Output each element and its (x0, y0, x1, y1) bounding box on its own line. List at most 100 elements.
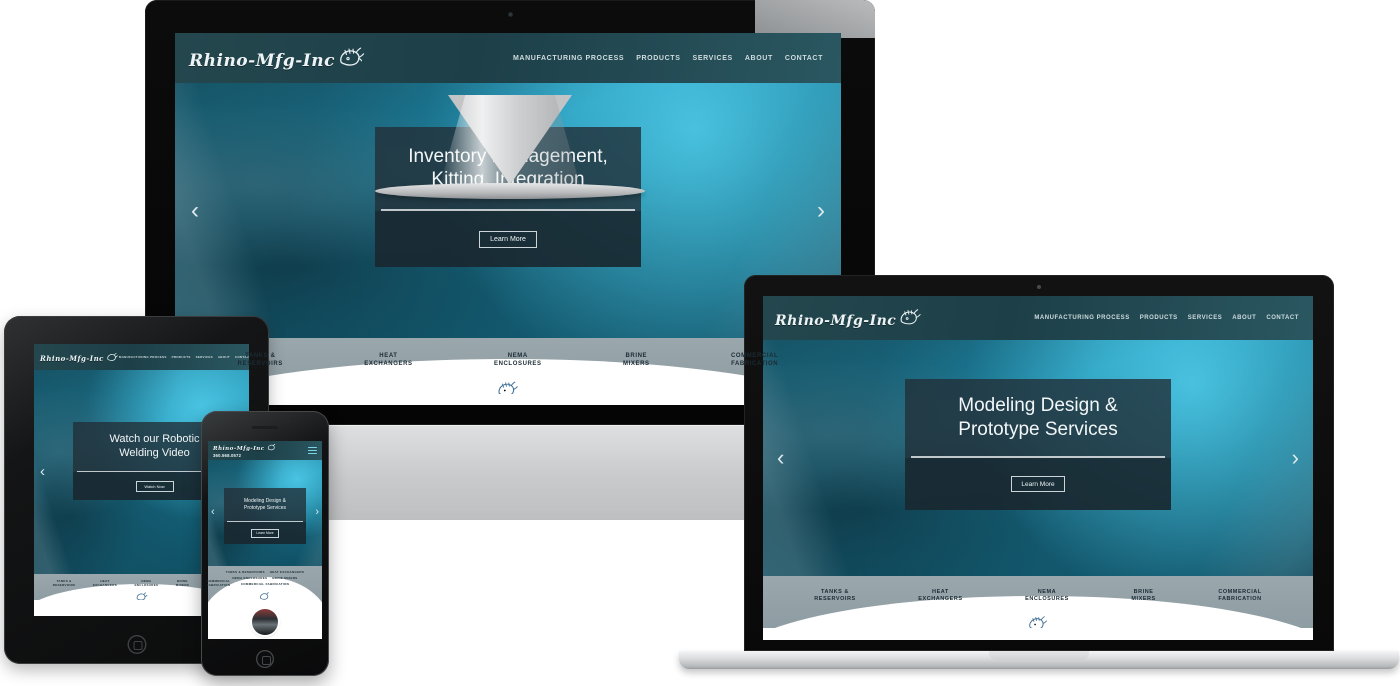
hero-carousel-mobile: ‹ › Modeling Design & Prototype Services… (208, 460, 322, 566)
imac-screen: Rhino-Mfg-Inc MANUFACTURING PROCESS PROD… (175, 33, 841, 405)
category-nema-enclosures[interactable]: NEMA ENCLOSURES (494, 352, 542, 368)
primary-nav-laptop[interactable]: MANUFACTURING PROCESS PRODUCTS SERVICES … (1034, 315, 1301, 321)
nav-item-contact[interactable]: CONTACT (1266, 315, 1299, 321)
primary-nav-desktop[interactable]: MANUFACTURING PROCESS PRODUCTS SERVICES … (513, 55, 827, 62)
hero-heading-mobile: Modeling Design & Prototype Services (224, 488, 306, 521)
logo-row: Rhino-Mfg-Inc (213, 443, 277, 452)
nav-item-manufacturing-process[interactable]: MANUFACTURING PROCESS (1034, 315, 1129, 321)
website-desktop: Rhino-Mfg-Inc MANUFACTURING PROCESS PROD… (175, 33, 841, 405)
imac-stand-foot (375, 183, 645, 199)
webcam-icon (1037, 285, 1041, 289)
iphone-home-button[interactable] (256, 650, 274, 668)
hero-watch-now-button[interactable]: Watch Now (135, 480, 174, 492)
nav-item-services[interactable]: SERVICES (196, 355, 213, 359)
carousel-next-arrow[interactable]: › (1292, 447, 1299, 469)
logo-wordmark: Rhino-Mfg-Inc (40, 353, 104, 363)
category-nema-enclosures[interactable]: NEMA ENCLOSURES (1025, 589, 1069, 604)
responsive-device-mockup-scene: Rhino-Mfg-Inc MANUFACTURING PROCESS PROD… (0, 0, 1400, 686)
site-header-tablet: Rhino-Mfg-Inc MANUFACTURING PROCESS PROD… (34, 344, 249, 370)
rhino-head-icon (260, 591, 269, 600)
nav-item-products[interactable]: PRODUCTS (636, 55, 680, 62)
nav-item-manufacturing-process[interactable]: MANUFACTURING PROCESS (513, 55, 624, 62)
hero-cta-row: Learn More (375, 211, 641, 267)
category-heat-exchangers[interactable]: HEAT EXCHANGERS (270, 570, 304, 574)
macbook-trackpad-notch (989, 651, 1089, 660)
carousel-prev-arrow[interactable]: ‹ (40, 464, 45, 479)
category-tanks-reservoirs[interactable]: TANKS & RESERVOIRS (226, 570, 265, 574)
product-thumbnail-image[interactable] (252, 609, 278, 635)
nav-item-about[interactable]: ABOUT (218, 355, 230, 359)
category-tanks-reservoirs[interactable]: TANKS & RESERVOIRS (238, 352, 283, 368)
nav-item-services[interactable]: SERVICES (693, 55, 733, 62)
product-category-strip-desktop: TANKS & RESERVOIRS HEAT EXCHANGERS NEMA … (175, 338, 841, 394)
nav-item-services[interactable]: SERVICES (1188, 315, 1223, 321)
macbook-lid: Rhino-Mfg-Inc MANUFACTURING PROCESS PROD… (744, 275, 1334, 651)
hero-learn-more-button[interactable]: Learn More (251, 528, 279, 538)
hero-learn-more-button[interactable]: Learn More (1011, 476, 1065, 492)
logo-wordmark: Rhino-Mfg-Inc (189, 51, 335, 71)
logo-wordmark: Rhino-Mfg-Inc (775, 313, 897, 329)
imac-bezel: Rhino-Mfg-Inc MANUFACTURING PROCESS PROD… (145, 0, 875, 425)
website-mobile: Rhino-Mfg-Inc 360.568.0572 ‹ › Modeling … (208, 441, 322, 639)
site-header-laptop: Rhino-Mfg-Inc MANUFACTURING PROCESS PROD… (763, 296, 1313, 340)
hamburger-menu-icon[interactable] (308, 447, 317, 454)
nav-item-contact[interactable]: CONTACT (785, 55, 823, 62)
category-brine-mixers[interactable]: BRINE MIXERS (1131, 589, 1155, 604)
category-tanks-reservoirs[interactable]: TANKS & RESERVOIRS (814, 589, 855, 604)
rhino-head-icon (498, 381, 518, 394)
carousel-next-arrow[interactable]: › (315, 507, 319, 518)
earpiece-speaker-icon (252, 426, 278, 429)
category-heat-exchangers[interactable]: HEAT EXCHANGERS (93, 579, 117, 587)
website-laptop: Rhino-Mfg-Inc MANUFACTURING PROCESS PROD… (763, 296, 1313, 640)
nav-item-manufacturing-process[interactable]: MANUFACTURING PROCESS (119, 355, 167, 359)
nav-item-products[interactable]: PRODUCTS (172, 355, 191, 359)
category-nema-enclosures[interactable]: NEMA ENCLOSURES (134, 579, 158, 587)
hero-heading-line2: Prototype Services (244, 504, 286, 511)
front-camera-icon (286, 419, 290, 423)
category-heat-exchangers[interactable]: HEAT EXCHANGERS (364, 352, 412, 368)
rhino-head-icon (136, 591, 147, 600)
hero-cta-row: Learn More (905, 458, 1171, 510)
primary-nav-tablet[interactable]: MANUFACTURING PROCESS PRODUCTS SERVICES … (119, 355, 249, 359)
logo-wordmark: Rhino-Mfg-Inc (213, 446, 265, 452)
site-header-desktop: Rhino-Mfg-Inc MANUFACTURING PROCESS PROD… (175, 33, 841, 83)
hero-heading-line1: Watch our Robotic (109, 433, 200, 446)
category-tanks-reservoirs[interactable]: TANKS & RESERVOIRS (53, 579, 76, 587)
rhino-badge-mobile (257, 588, 273, 602)
site-header-mobile: Rhino-Mfg-Inc 360.568.0572 (208, 441, 322, 460)
nav-item-products[interactable]: PRODUCTS (1140, 315, 1178, 321)
carousel-prev-arrow[interactable]: ‹ (191, 198, 199, 223)
site-logo-tablet[interactable]: Rhino-Mfg-Inc (40, 352, 119, 363)
category-commercial-fabrication[interactable]: COMMERCIAL FABRICATION (212, 582, 318, 586)
rhino-head-icon (107, 352, 118, 361)
category-brine-mixers[interactable]: BRINE MIXERS (272, 576, 297, 580)
nav-item-about[interactable]: ABOUT (1232, 315, 1256, 321)
category-nema-enclosures[interactable]: NEMA ENCLOSURES (232, 576, 267, 580)
carousel-prev-arrow[interactable]: ‹ (211, 507, 215, 518)
iphone-mobile-device: Rhino-Mfg-Inc 360.568.0572 ‹ › Modeling … (201, 411, 329, 676)
carousel-next-arrow[interactable]: › (817, 198, 825, 223)
rhino-head-icon (340, 47, 365, 66)
header-phone-number[interactable]: 360.568.0572 (213, 453, 277, 458)
category-commercial-fabrication[interactable]: COMMERCIAL FABRICATION (1218, 589, 1261, 604)
category-brine-mixers[interactable]: BRINE MIXERS (176, 579, 189, 587)
site-logo-desktop[interactable]: Rhino-Mfg-Inc (189, 45, 367, 71)
hero-learn-more-button[interactable]: Learn More (479, 230, 537, 248)
hero-card-laptop: Modeling Design & Prototype Services Lea… (905, 379, 1171, 510)
nav-item-about[interactable]: ABOUT (745, 55, 773, 62)
category-brine-mixers[interactable]: BRINE MIXERS (623, 352, 650, 368)
category-heat-exchangers[interactable]: HEAT EXCHANGERS (918, 589, 962, 604)
macbook-laptop-device: Rhino-Mfg-Inc MANUFACTURING PROCESS PROD… (679, 275, 1399, 669)
hero-carousel-laptop: ‹ › Modeling Design & Prototype Services… (763, 340, 1313, 576)
category-commercial-fabrication[interactable]: COMMERCIAL FABRICATION (731, 352, 778, 368)
rhino-head-icon (900, 309, 922, 325)
site-logo-mobile[interactable]: Rhino-Mfg-Inc 360.568.0572 (213, 443, 277, 458)
rhino-head-icon (267, 443, 275, 451)
rhino-badge-tablet (133, 588, 150, 600)
site-logo-laptop[interactable]: Rhino-Mfg-Inc (775, 307, 923, 329)
product-category-strip-mobile: TANKS & RESERVOIRS HEAT EXCHANGERS NEMA … (208, 566, 322, 602)
ipad-home-button[interactable] (127, 635, 146, 654)
carousel-prev-arrow[interactable]: ‹ (777, 447, 784, 469)
rhino-head-icon (1029, 616, 1047, 628)
hero-heading-laptop: Modeling Design & Prototype Services (905, 379, 1171, 456)
